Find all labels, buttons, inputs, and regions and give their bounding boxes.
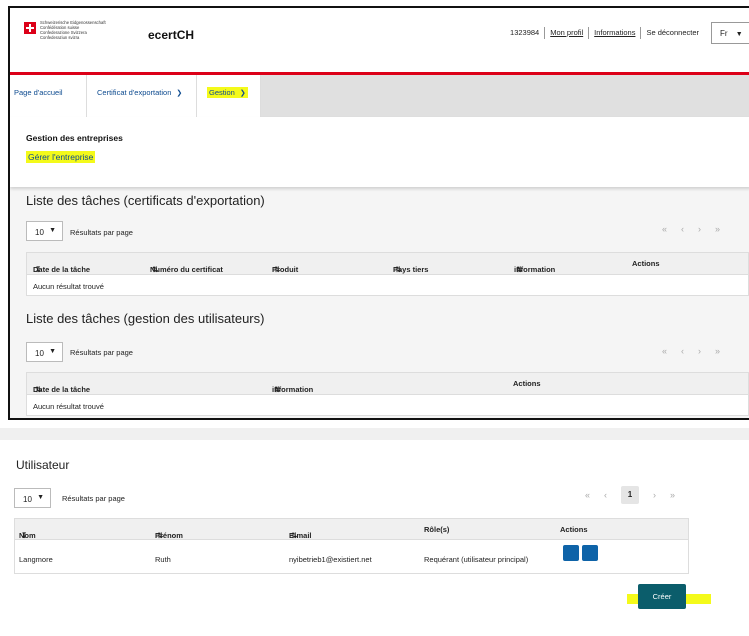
- export-tasks-title: Liste des tâches (certificats d'exportat…: [26, 193, 265, 208]
- sort-desc-icon: ↧: [35, 265, 42, 274]
- prev-page-button[interactable]: ‹: [681, 346, 684, 356]
- user-id: 1323984: [510, 28, 540, 37]
- chevron-down-icon: ❯: [239, 90, 246, 97]
- first-page-button[interactable]: «: [585, 490, 590, 504]
- column-header: Actions: [513, 379, 541, 388]
- column-header: Actions: [560, 525, 588, 534]
- sort-icon: ⇅: [152, 265, 159, 274]
- chevron-down-icon: ❯: [176, 90, 183, 97]
- create-user-button[interactable]: Créer: [638, 584, 686, 609]
- users-tasks-per-page-label: Résultats par page: [70, 348, 133, 357]
- user-tasks-table: Date de la tâche ⇅ information ⇅ Actions A…: [26, 372, 749, 416]
- my-profile-link[interactable]: Mon profil: [544, 27, 588, 39]
- export-per-page-select[interactable]: 10 ▼: [26, 221, 63, 241]
- manage-company-link[interactable]: Gérer l'entreprise: [26, 151, 96, 163]
- users-per-page-label: Résultats par page: [62, 494, 125, 503]
- app-brand: ecertCH: [148, 28, 195, 42]
- informations-link[interactable]: Informations: [588, 27, 640, 39]
- first-page-button[interactable]: «: [662, 224, 667, 234]
- lock-icon: ■: [590, 584, 595, 593]
- current-page-button[interactable]: 1: [621, 486, 640, 504]
- sort-icon: ⇅: [35, 385, 42, 394]
- confederation-text: Schweizerische Eidgenossenschaft Confédé…: [40, 20, 106, 40]
- sort-icon: ⇅: [291, 531, 298, 540]
- next-page-button[interactable]: ›: [698, 224, 701, 234]
- edit-user-button[interactable]: ✎: [563, 545, 579, 593]
- prev-page-button[interactable]: ‹: [604, 490, 607, 504]
- empty-message: Aucun résultat trouvé: [33, 282, 104, 291]
- user-email: nyibetrieb1@existiert.net: [289, 555, 372, 564]
- app-window: Schweizerische Eidgenossenschaft Confédé…: [8, 6, 749, 420]
- nav-export-certificate[interactable]: Certificat d'exportation ❯: [87, 75, 197, 117]
- users-title: Utilisateur: [16, 458, 70, 472]
- main-nav: Page d'accueil Certificat d'exportation ❯…: [10, 75, 749, 117]
- sort-desc-icon: ↧: [21, 531, 28, 540]
- export-tasks-table: Date de la tâche ↧ Numéro du certificat ⇅ …: [26, 252, 749, 296]
- management-submenu: Gestion des entreprises Gérer l'entrepri…: [10, 117, 749, 187]
- next-page-button[interactable]: ›: [653, 490, 656, 504]
- submenu-title: Gestion des entreprises: [26, 133, 123, 143]
- pencil-icon: ✎: [571, 584, 578, 593]
- sort-icon: ⇅: [516, 265, 523, 274]
- next-page-button[interactable]: ›: [698, 346, 701, 356]
- chevron-down-icon: ▼: [49, 227, 56, 234]
- table-header: Date de la tâche ⇅ information ⇅ Actions: [27, 373, 748, 395]
- empty-message: Aucun résultat trouvé: [33, 402, 104, 411]
- logout-link[interactable]: Se déconnecter: [640, 27, 704, 39]
- users-tasks-pager: « ‹ › »: [662, 346, 720, 356]
- users-table: Nom ↧ Prénom ⇅ E-mail ⇅ Rôle(s) Actions Lan…: [14, 518, 689, 593]
- first-page-button[interactable]: «: [662, 346, 667, 356]
- sort-icon: ⇅: [395, 265, 402, 274]
- lock-user-button[interactable]: ■: [582, 545, 598, 593]
- header-links: 1323984 Mon profil Informations Se décon…: [505, 27, 704, 39]
- chevron-down-icon: ▼: [735, 31, 743, 38]
- column-header: Actions: [632, 259, 660, 268]
- export-pager: « ‹ › »: [662, 224, 720, 234]
- export-per-page-label: Résultats par page: [70, 228, 133, 237]
- sort-icon: ⇅: [274, 265, 281, 274]
- language-select[interactable]: Fr ▼: [711, 22, 749, 44]
- sort-icon: ⇅: [274, 385, 281, 394]
- users-tasks-per-page-select[interactable]: 10 ▼: [26, 342, 63, 362]
- user-first-name: Ruth: [155, 555, 171, 564]
- nav-home[interactable]: Page d'accueil: [10, 75, 87, 117]
- users-per-page-select[interactable]: 10 ▼: [14, 488, 51, 508]
- user-tasks-title: Liste des tâches (gestion des utilisateu…: [26, 311, 265, 326]
- nav-management[interactable]: Gestion ❯: [197, 75, 261, 117]
- top-header: Schweizerische Eidgenossenschaft Confédé…: [10, 8, 749, 74]
- table-header: Nom ↧ Prénom ⇅ E-mail ⇅ Rôle(s) Actions: [15, 519, 688, 540]
- table-header: Date de la tâche ↧ Numéro du certificat ⇅ …: [27, 253, 748, 275]
- column-header: Rôle(s): [424, 525, 450, 534]
- sort-icon: ⇅: [157, 531, 164, 540]
- language-value: Fr: [720, 29, 728, 38]
- user-role: Requérant (utilisateur principal): [424, 555, 529, 564]
- chevron-down-icon: ▼: [37, 494, 44, 501]
- user-last-name: Langmore: [19, 555, 53, 564]
- chevron-down-icon: ▼: [49, 348, 56, 355]
- last-page-button[interactable]: »: [670, 490, 675, 504]
- last-page-button[interactable]: »: [715, 346, 720, 356]
- prev-page-button[interactable]: ‹: [681, 224, 684, 234]
- last-page-button[interactable]: »: [715, 224, 720, 234]
- users-pager: « ‹ 1 › »: [585, 486, 675, 504]
- swiss-cross-logo: [24, 22, 36, 34]
- section-divider: [0, 428, 749, 440]
